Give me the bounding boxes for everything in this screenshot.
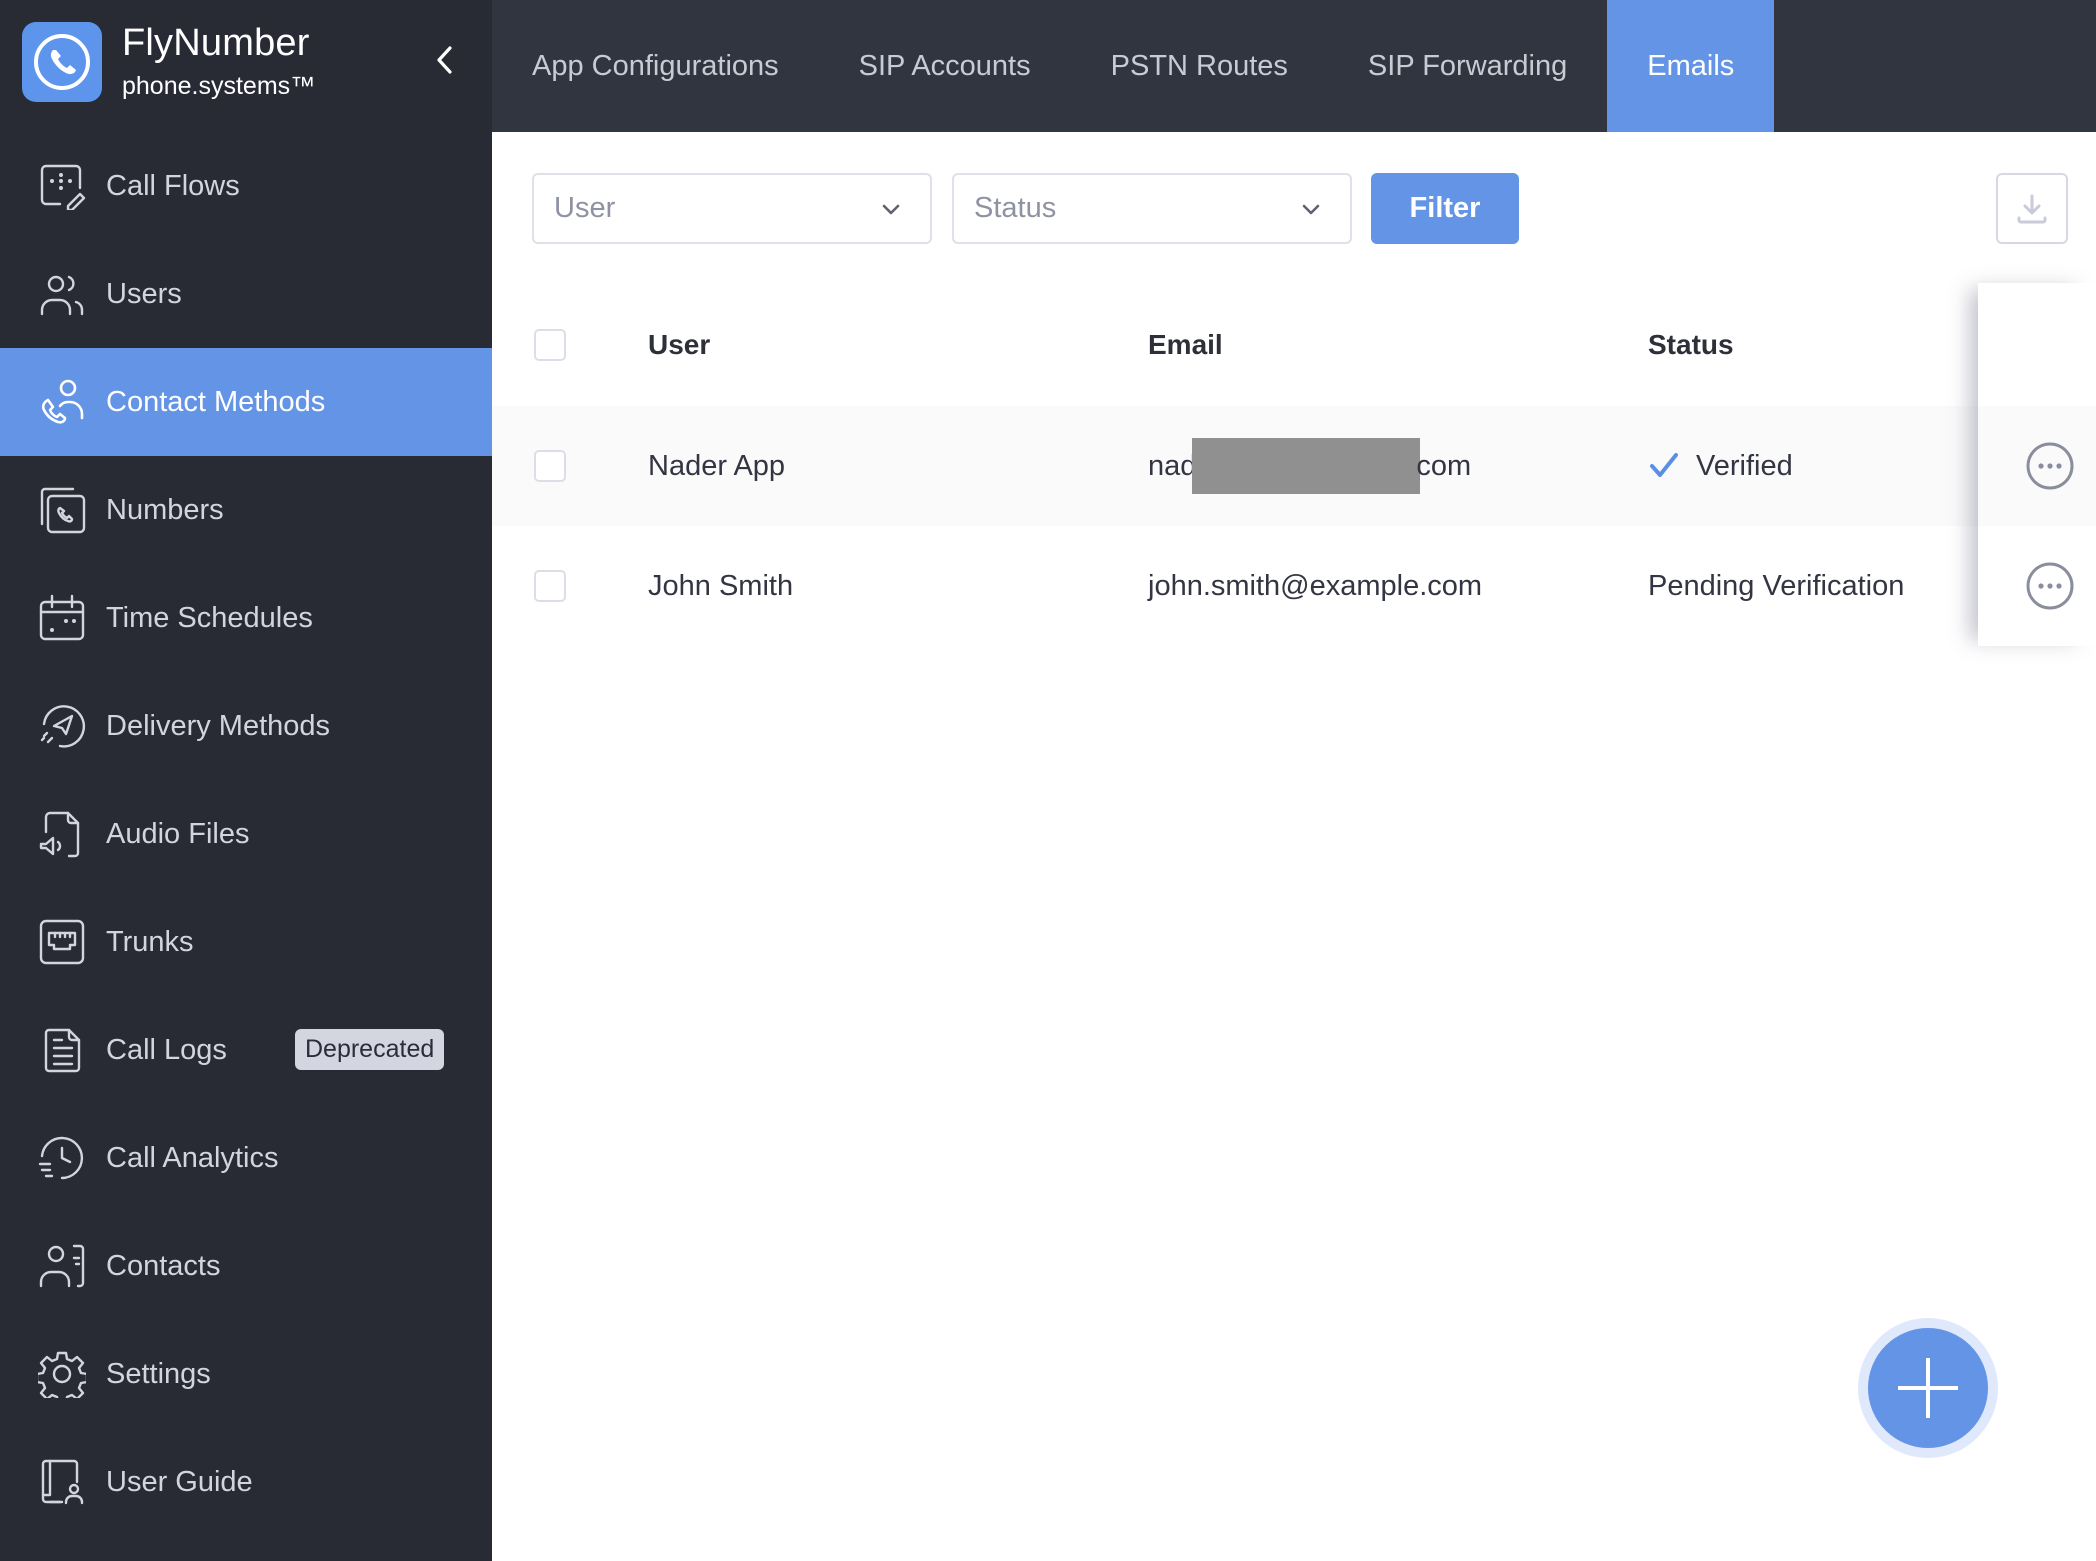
brand-header: FlyNumber phone.systems™ [0, 0, 492, 132]
sidebar-item-label: Trunks [106, 925, 194, 958]
sidebar-item-label: Contact Methods [106, 385, 326, 418]
chevron-down-icon [1302, 204, 1320, 215]
plus-icon [1898, 1358, 1958, 1418]
row-checkbox[interactable] [534, 570, 566, 602]
sidebar-item-label: Audio Files [106, 817, 250, 850]
sidebar-item-numbers[interactable]: Numbers [0, 456, 492, 564]
add-email-button[interactable] [1868, 1328, 1988, 1448]
sidebar-item-label: Settings [106, 1357, 211, 1390]
clock-history-icon [38, 1134, 86, 1182]
more-options-icon[interactable] [2025, 441, 2075, 491]
sidebar-item-label: User Guide [106, 1465, 253, 1498]
user-guide-icon [38, 1458, 86, 1506]
sidebar-item-trunks[interactable]: Trunks [0, 888, 492, 996]
sidebar-item-contact-methods[interactable]: Contact Methods [0, 348, 492, 456]
email-cell: nad com [1148, 406, 1471, 526]
table-header-row: User Email Status [492, 283, 1978, 406]
email-prefix: nad [1148, 449, 1197, 482]
brand-title: FlyNumber [122, 22, 310, 64]
tab-sip-accounts[interactable]: SIP Accounts [819, 0, 1071, 132]
sidebar-item-label: Call Flows [106, 169, 240, 202]
deprecated-badge: Deprecated [295, 1029, 445, 1070]
sidebar-nav: Call Flows Users Contact Methods Numbers… [0, 132, 492, 1536]
gear-icon [38, 1350, 86, 1398]
select-all-checkbox[interactable] [534, 328, 566, 361]
table-row[interactable]: John Smith john.smith@example.com Pendin… [492, 526, 1978, 646]
column-header-status[interactable]: Status [1648, 283, 1734, 406]
call-flows-icon [38, 162, 86, 210]
sidebar: FlyNumber phone.systems™ Call Flows User… [0, 0, 492, 1561]
top-tabs: App Configurations SIP Accounts PSTN Rou… [492, 0, 2096, 132]
paper-plane-icon [38, 702, 86, 750]
user-cell: John Smith [648, 569, 794, 602]
table-row[interactable]: Nader App nad com Verified [492, 406, 1978, 526]
document-icon [38, 1026, 86, 1074]
tab-pstn-routes[interactable]: PSTN Routes [1071, 0, 1328, 132]
row-actions-cell [1978, 526, 2096, 646]
column-header-email[interactable]: Email [1148, 283, 1223, 406]
checkmark-icon [1650, 453, 1678, 477]
more-options-icon[interactable] [2025, 561, 2075, 611]
row-actions-column [1978, 283, 2096, 646]
redacted-block [1192, 438, 1421, 494]
tab-emails[interactable]: Emails [1607, 0, 1775, 132]
email-cell: john.smith@example.com [1148, 569, 1483, 602]
download-button[interactable] [1996, 173, 2068, 244]
collapse-sidebar-button[interactable] [428, 38, 460, 82]
email-suffix: com [1416, 449, 1472, 482]
status-select[interactable]: Status [952, 173, 1352, 244]
sidebar-item-call-logs[interactable]: Call Logs Deprecated [0, 996, 492, 1104]
tab-sip-forwarding[interactable]: SIP Forwarding [1328, 0, 1607, 132]
trunk-icon [38, 918, 86, 966]
user-select-placeholder: User [554, 192, 616, 224]
chevron-left-icon [437, 46, 452, 74]
row-checkbox[interactable] [534, 450, 566, 482]
sidebar-item-settings[interactable]: Settings [0, 1320, 492, 1428]
emails-table: User Email Status Nader App nad com Verif… [492, 283, 2096, 646]
sidebar-item-users[interactable]: Users [0, 240, 492, 348]
sidebar-item-contacts[interactable]: Contacts [0, 1212, 492, 1320]
user-cell: Nader App [648, 449, 786, 482]
sidebar-item-time-schedules[interactable]: Time Schedules [0, 564, 492, 672]
tab-app-configurations[interactable]: App Configurations [492, 0, 819, 132]
numbers-icon [38, 486, 86, 534]
status-select-placeholder: Status [974, 192, 1057, 224]
sidebar-item-label: Call Logs [106, 1033, 227, 1066]
filter-button[interactable]: Filter [1371, 173, 1519, 244]
sidebar-item-call-analytics[interactable]: Call Analytics [0, 1104, 492, 1212]
status-text: Verified [1696, 449, 1793, 482]
status-cell: Verified [1648, 406, 1793, 526]
status-cell: Pending Verification [1648, 569, 1905, 602]
sidebar-item-label: Call Analytics [106, 1141, 279, 1174]
download-icon [2017, 194, 2047, 223]
sidebar-item-delivery-methods[interactable]: Delivery Methods [0, 672, 492, 780]
column-header-user[interactable]: User [648, 283, 710, 406]
user-select[interactable]: User [532, 173, 932, 244]
chevron-down-icon [882, 204, 900, 215]
sidebar-item-label: Contacts [106, 1249, 221, 1282]
sidebar-item-label: Delivery Methods [106, 709, 331, 742]
brand-subtitle: phone.systems™ [122, 72, 316, 100]
sidebar-item-user-guide[interactable]: User Guide [0, 1428, 492, 1536]
phone-circle-icon[interactable] [22, 22, 102, 102]
sidebar-item-label: Users [106, 277, 182, 310]
audio-file-icon [38, 810, 86, 858]
contact-methods-icon [38, 378, 86, 426]
row-actions-cell [1978, 406, 2096, 526]
sidebar-item-label: Numbers [106, 493, 224, 526]
sidebar-item-call-flows[interactable]: Call Flows [0, 132, 492, 240]
users-icon [38, 270, 86, 318]
calendar-icon [38, 594, 86, 642]
contact-card-icon [38, 1242, 86, 1290]
sidebar-item-audio-files[interactable]: Audio Files [0, 780, 492, 888]
sidebar-item-label: Time Schedules [106, 601, 313, 634]
